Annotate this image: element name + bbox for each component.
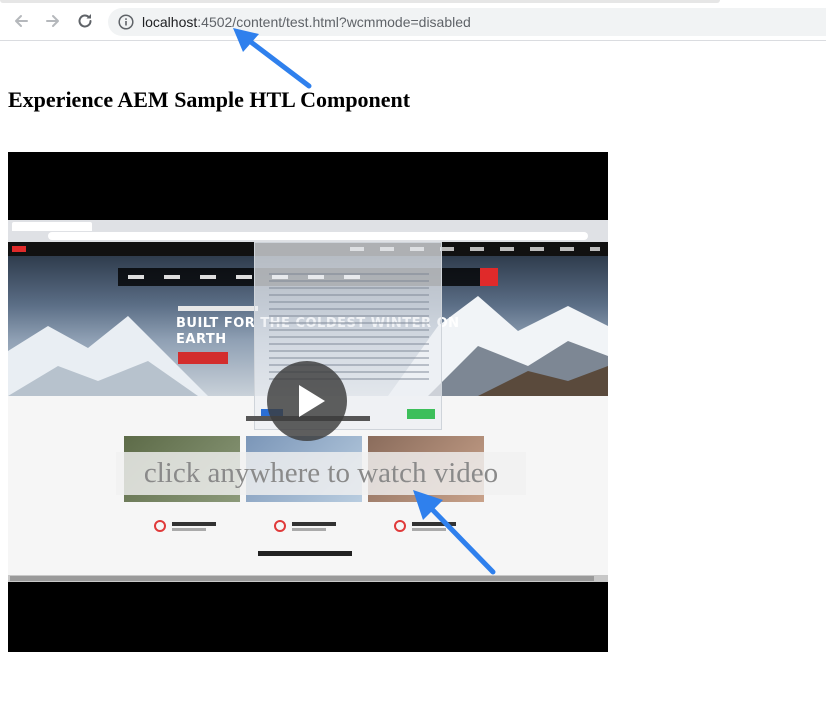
- url-text[interactable]: localhost:4502/content/test.html?wcmmode…: [142, 13, 471, 31]
- url-path: :4502/content/test.html?wcmmode=disabled: [197, 14, 471, 30]
- play-button[interactable]: [267, 361, 347, 441]
- url-host: localhost: [142, 14, 198, 30]
- watch-video-text: click anywhere to watch video: [143, 457, 499, 489]
- info-icon[interactable]: [118, 14, 134, 30]
- arrow-left-icon: [12, 12, 30, 30]
- address-bar[interactable]: localhost:4502/content/test.html?wcmmode…: [108, 8, 826, 36]
- reload-button[interactable]: [74, 10, 96, 32]
- video-player[interactable]: BUILT FOR THE COLDEST WINTER ON EARTH cl…: [8, 152, 608, 652]
- thumbnail-scrollbar: [8, 575, 608, 582]
- page-title: Experience AEM Sample HTL Component: [8, 87, 411, 112]
- thumbnail-feature: [394, 520, 464, 534]
- back-button[interactable]: [10, 10, 32, 32]
- thumbnail-browser-chrome: [8, 220, 608, 242]
- tab-strip-edge: [0, 0, 720, 3]
- browser-toolbar: localhost:4502/content/test.html?wcmmode…: [0, 0, 826, 41]
- thumbnail-feature: [274, 520, 344, 534]
- forward-button[interactable]: [42, 10, 64, 32]
- thumbnail-shop-button: [178, 352, 228, 364]
- watch-video-overlay[interactable]: click anywhere to watch video: [116, 452, 526, 495]
- thumbnail-feature: [154, 520, 224, 534]
- arrow-right-icon: [44, 12, 62, 30]
- reload-icon: [76, 12, 94, 30]
